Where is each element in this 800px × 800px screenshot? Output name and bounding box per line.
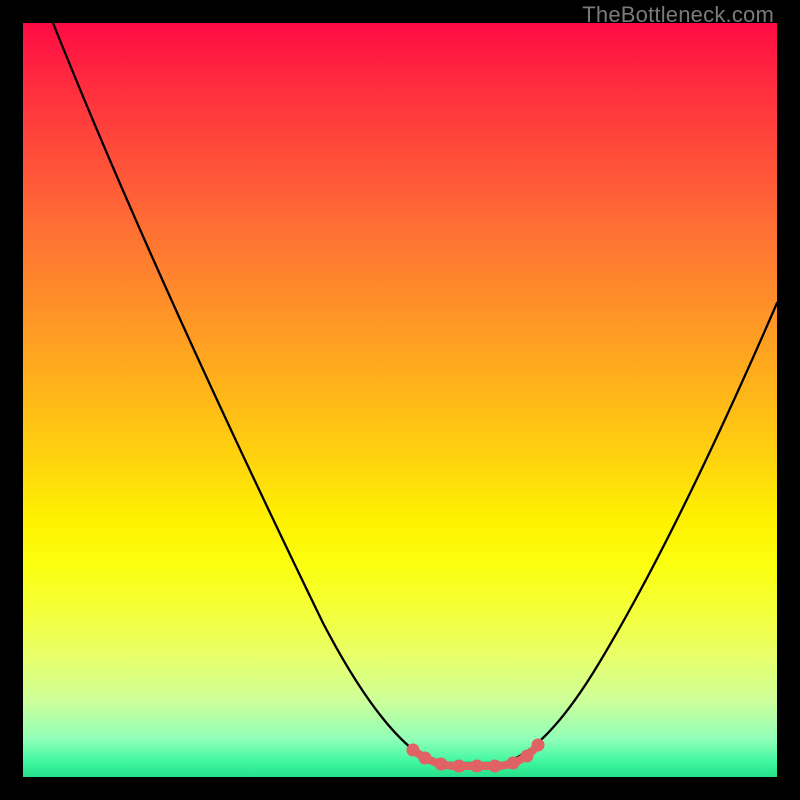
plot-area [23, 23, 777, 777]
bottleneck-curve [53, 23, 777, 763]
watermark-text: TheBottleneck.com [582, 2, 774, 28]
chart-svg [23, 23, 777, 777]
chart-frame: TheBottleneck.com [0, 0, 800, 800]
flat-minimum-highlight [407, 739, 544, 772]
